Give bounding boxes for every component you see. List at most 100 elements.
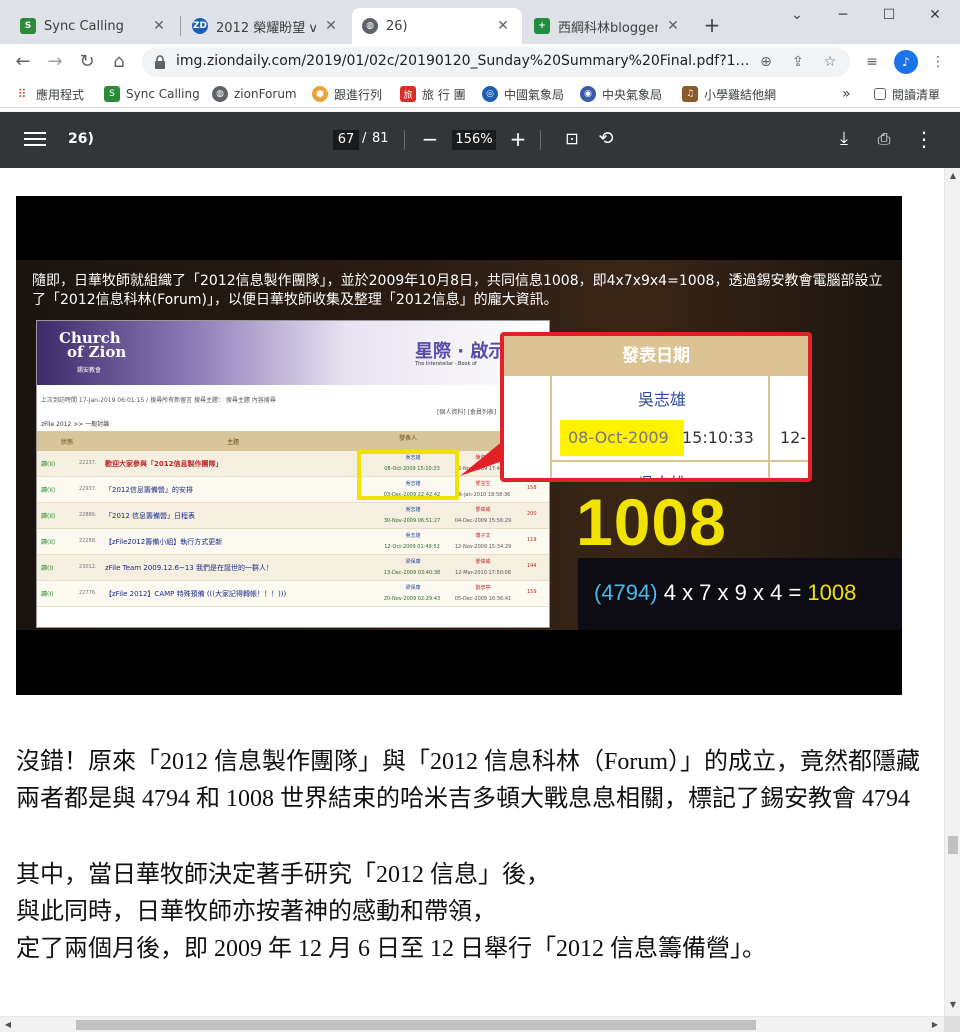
print-icon[interactable]: ⎙ xyxy=(872,128,896,152)
new-tab-button[interactable]: + xyxy=(700,14,724,38)
more-options-icon[interactable]: ⋮ xyxy=(912,128,936,152)
callout-divider xyxy=(552,460,808,462)
church-of-zion-logo: Church of Zion xyxy=(59,329,127,361)
omnibox[interactable]: img.ziondaily.com/2019/01/02c/20190120_S… xyxy=(142,47,850,77)
tab-sync-calling[interactable]: S Sync Calling ✕ xyxy=(10,8,178,44)
lock-icon[interactable] xyxy=(152,54,168,70)
bookmark-follow-up[interactable]: ● 跟進行列 xyxy=(312,84,382,104)
zoom-in-icon[interactable]: + xyxy=(506,128,530,152)
bookmark-red-icon: 旅 xyxy=(400,86,416,102)
close-icon[interactable]: ✕ xyxy=(494,17,512,35)
download-icon[interactable]: ⤓ xyxy=(832,128,856,152)
bookmark-cwb[interactable]: ◉ 中央氣象局 xyxy=(580,84,662,104)
row-id: 22288. xyxy=(79,538,97,544)
row-id: 22886. xyxy=(79,512,97,518)
bookmark-apps[interactable]: ⠿ 應用程式 xyxy=(14,84,84,104)
row-date: 20-Nov-2009 02:29:43 xyxy=(383,596,441,602)
back-icon[interactable]: ← xyxy=(10,49,36,75)
toolbar-divider xyxy=(540,130,541,150)
forum-title: 星際 · 啟示 xyxy=(415,341,507,362)
bookmark-guitar[interactable]: ♫ 小學雞結他網 xyxy=(682,84,776,104)
star-icon[interactable]: ☆ xyxy=(820,52,840,72)
callout-next: 12- xyxy=(780,428,807,447)
callout-header: 發表日期 xyxy=(504,336,808,376)
table-row: 讀(II) 22886. 「2012 信息籌備營」日程表 吳志雄 30-Nov-2009… xyxy=(37,503,549,529)
tab-pdf-active[interactable]: ◍ 26) ✕ xyxy=(352,8,522,44)
row-count: 144 xyxy=(527,563,537,569)
zoom-out-icon[interactable]: − xyxy=(418,128,442,152)
eye-icon: ◉ xyxy=(580,86,596,102)
callout-time: 15:10:33 xyxy=(682,428,754,447)
globe-icon: ◍ xyxy=(362,18,378,34)
maximize-button[interactable]: ☐ xyxy=(866,4,912,28)
scroll-right-icon[interactable]: ▶ xyxy=(930,1020,940,1030)
vertical-scroll-thumb[interactable] xyxy=(948,836,958,854)
row-last-date: 04-Dec-2009 15:56:29 xyxy=(454,518,512,524)
tab-blogger[interactable]: + 西綱科林blogger ✕ xyxy=(524,8,692,44)
fit-page-icon[interactable]: ⊡ xyxy=(560,128,584,152)
reload-icon[interactable]: ↻ xyxy=(74,49,100,75)
zoom-icon[interactable]: ⊕ xyxy=(756,52,776,72)
bookmark-sync-calling[interactable]: S Sync Calling xyxy=(104,84,200,104)
row-title: 【zFile 2012】CAMP 特殊預備 (((大家記得轉帳！！！))) xyxy=(105,590,287,598)
row-author: 吳志雄 xyxy=(405,533,421,539)
row-count: 119 xyxy=(527,537,537,543)
row-id: 22237. xyxy=(79,460,97,466)
forum-title-sub: The Interstellar · Book of xyxy=(415,361,477,367)
url-text[interactable]: img.ziondaily.com/2019/01/02c/20190120_S… xyxy=(176,53,751,69)
row-status: 讀(I) xyxy=(41,591,54,598)
forward-icon[interactable]: → xyxy=(42,49,68,75)
scroll-up-icon[interactable]: ▲ xyxy=(948,171,958,181)
bookmarks-bar: ⠿ 應用程式 S Sync Calling ◍ zionForum ● 跟進行列… xyxy=(0,80,960,108)
profile-avatar-icon[interactable]: ♪ xyxy=(894,50,918,74)
row-status: 讀(II) xyxy=(41,539,56,546)
callout-author-2: 吳志雄 xyxy=(564,470,760,478)
close-icon[interactable]: ✕ xyxy=(322,17,340,35)
text-line: 沒錯！原來「2012 信息製作團隊」與「2012 信息科林（Forum）」的成立… xyxy=(16,749,921,775)
callout-column xyxy=(768,376,770,478)
page-number-input[interactable]: 67 xyxy=(333,130,359,150)
pdf-toolbar: 26) 67 / 81 − 156% + ⊡ ⟲ ⤓ ⎙ ⋮ xyxy=(0,112,960,168)
horizontal-scroll-thumb[interactable] xyxy=(76,1020,756,1030)
vertical-scrollbar[interactable]: ▲ ▼ xyxy=(944,168,960,1016)
zoom-level-input[interactable]: 156% xyxy=(452,130,496,150)
tab-strip: S Sync Calling ✕ ZD 2012 榮耀盼望 vol. ✕ ◍ 2… xyxy=(0,0,960,44)
row-title: 「2012 信息籌備營」日程表 xyxy=(105,512,196,520)
bookmark-label: 應用程式 xyxy=(36,87,85,102)
row-last-poster: 鄧偉威 xyxy=(475,559,491,565)
pdf-title: 26) xyxy=(68,131,94,147)
browser-window: S Sync Calling ✕ ZD 2012 榮耀盼望 vol. ✕ ◍ 2… xyxy=(0,0,960,1032)
close-icon[interactable]: ✕ xyxy=(150,17,168,35)
bookmarks-overflow-button[interactable]: » xyxy=(842,84,851,104)
sync-calling-icon: S xyxy=(104,86,120,102)
row-date: 12-Oct-2009 01:49:52 xyxy=(384,544,440,550)
page-total: 81 xyxy=(372,131,389,146)
row-status: 讀(I) xyxy=(41,565,54,572)
share-icon[interactable]: ⇪ xyxy=(788,52,808,72)
close-icon[interactable]: ✕ xyxy=(664,17,682,35)
bookmark-label: 小學雞結他網 xyxy=(704,87,777,102)
tab-2012-glory[interactable]: ZD 2012 榮耀盼望 vol. ✕ xyxy=(182,8,350,44)
bookmark-zionforum[interactable]: ◍ zionForum xyxy=(212,84,297,104)
text-line: 其中，當日華牧師決定著手研究「2012 信息」後， xyxy=(16,862,550,888)
scroll-left-icon[interactable]: ◀ xyxy=(3,1020,13,1030)
row-id: 22937. xyxy=(79,486,97,492)
minimize-button[interactable]: ─ xyxy=(820,4,866,28)
scrollbar-corner xyxy=(944,1016,960,1032)
scroll-down-icon[interactable]: ▼ xyxy=(948,1000,958,1010)
bookmark-cma[interactable]: ◎ 中國氣象局 xyxy=(482,84,564,104)
tab-menu-button[interactable]: ⌄ xyxy=(774,4,820,28)
reading-list-button[interactable]: 閱讀清單 xyxy=(874,84,940,104)
hamburger-menu-icon[interactable] xyxy=(24,128,46,150)
row-last-poster: 鄧偉威 xyxy=(475,507,491,513)
media-control-icon[interactable]: ≡ xyxy=(860,50,884,74)
bookmark-tour[interactable]: 旅 旅 行 團 xyxy=(400,84,466,104)
close-window-button[interactable]: ✕ xyxy=(912,4,958,28)
home-icon[interactable]: ⌂ xyxy=(106,49,132,75)
page-slash: / xyxy=(362,131,367,146)
horizontal-scrollbar[interactable]: ◀ ▶ xyxy=(0,1016,944,1032)
rotate-icon[interactable]: ⟲ xyxy=(594,128,618,152)
slide-image: 隨即，日華牧師就組織了「2012信息製作團隊」，並於2009年10月8日，共同信… xyxy=(16,196,902,695)
more-menu-icon[interactable]: ⋮ xyxy=(926,50,950,74)
text-line: 定了兩個月後，即 2009 年 12 月 6 日至 12 日舉行「2012 信息… xyxy=(16,936,766,962)
